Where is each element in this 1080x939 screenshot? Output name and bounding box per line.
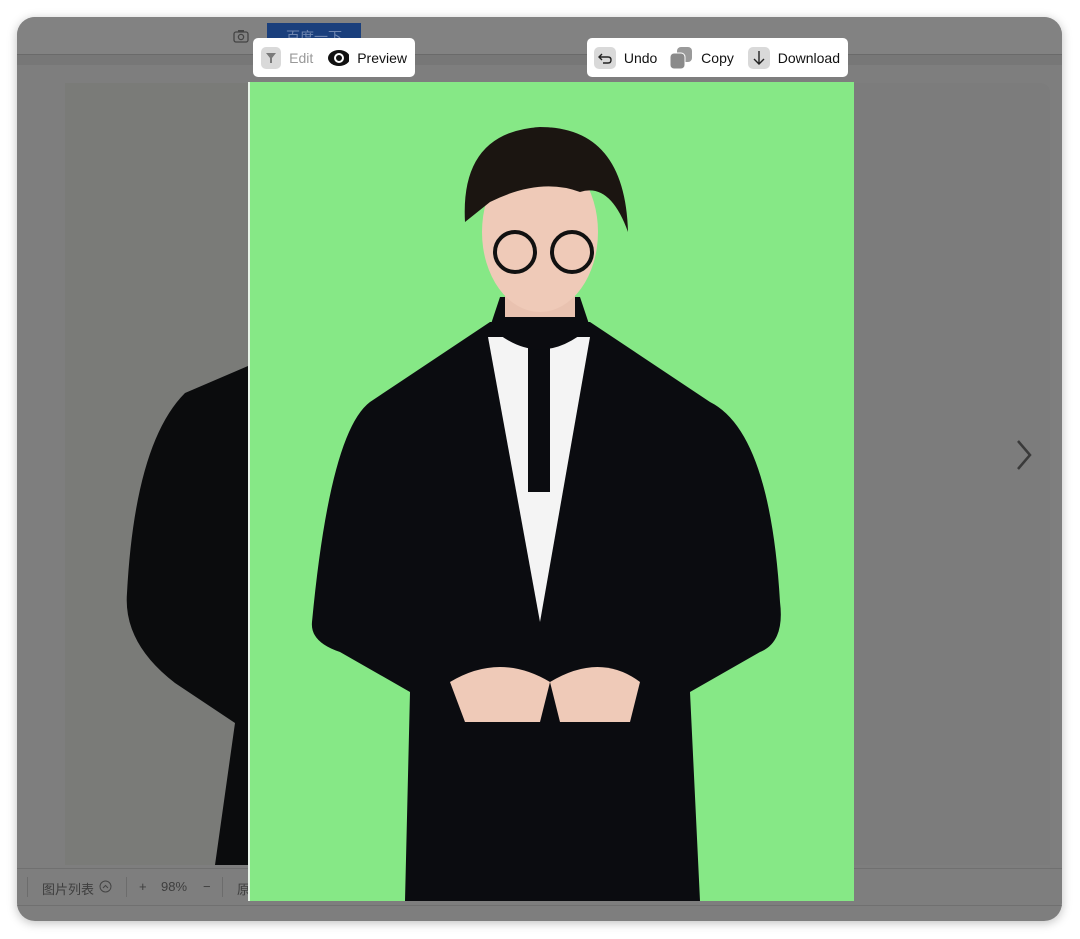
edit-button[interactable]: Edit xyxy=(289,50,313,66)
eye-icon[interactable] xyxy=(327,49,350,67)
search-bar: 百度一下 xyxy=(17,17,1062,55)
chevron-right-icon[interactable] xyxy=(1012,437,1036,473)
image-list-button[interactable]: 图片列表 xyxy=(42,879,94,898)
mode-toolbar: Edit Preview xyxy=(253,38,415,77)
next-image-area xyxy=(852,83,1050,865)
download-button[interactable]: Download xyxy=(778,50,840,66)
action-toolbar: Undo Copy Download xyxy=(587,38,848,77)
copy-button[interactable]: Copy xyxy=(701,50,734,66)
funnel-icon[interactable] xyxy=(261,46,282,69)
camera-icon[interactable] xyxy=(233,29,249,43)
divider xyxy=(17,55,1062,65)
preview-button[interactable]: Preview xyxy=(357,50,407,66)
copy-icon[interactable] xyxy=(669,46,693,70)
previous-image[interactable] xyxy=(65,83,255,865)
zoom-in-button[interactable]: + xyxy=(139,879,147,894)
preview-image xyxy=(248,82,854,901)
undo-button[interactable]: Undo xyxy=(624,50,657,66)
person-silhouette xyxy=(126,363,255,865)
zoom-level: 98% xyxy=(161,879,188,894)
undo-icon[interactable] xyxy=(594,46,616,69)
download-icon[interactable] xyxy=(747,46,770,69)
chevron-up-circle-icon[interactable] xyxy=(99,880,112,893)
zoom-out-button[interactable]: − xyxy=(203,879,211,894)
person-photo xyxy=(311,127,781,901)
